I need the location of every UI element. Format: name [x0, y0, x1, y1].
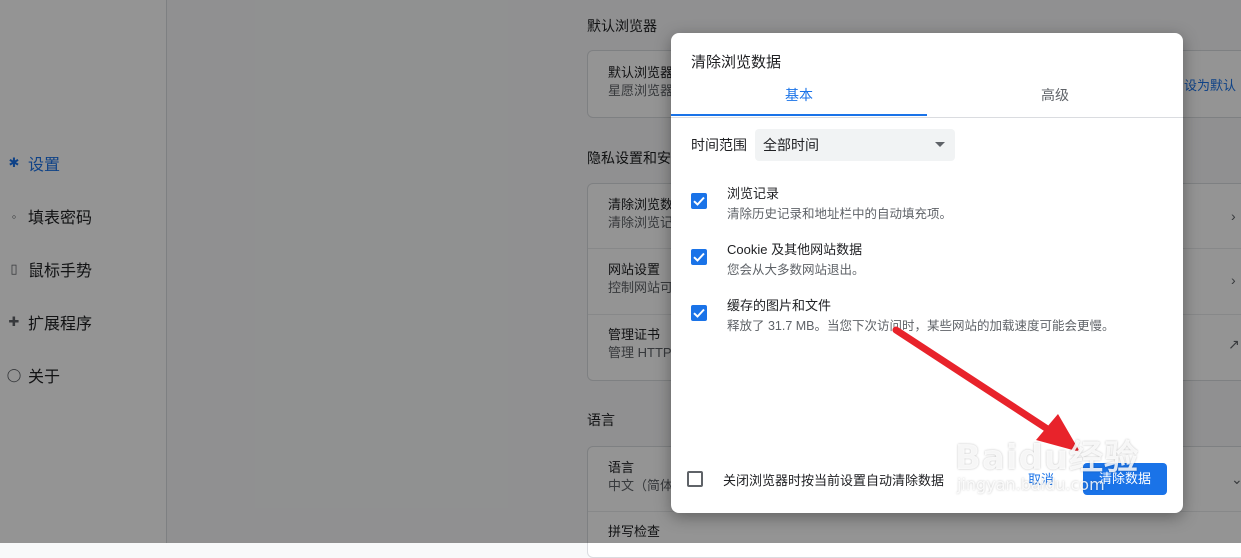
time-range-label: 时间范围 [691, 137, 747, 153]
cookies-checkbox[interactable] [691, 249, 707, 265]
option-title: Cookie 及其他网站数据 [727, 242, 863, 257]
option-subtitle: 释放了 31.7 MB。当您下次访问时，某些网站的加载速度可能会更慢。 [727, 319, 1115, 333]
tab-basic[interactable]: 基本 [671, 81, 927, 116]
time-range-value: 全部时间 [763, 137, 819, 153]
dialog-title: 清除浏览数据 [691, 54, 782, 71]
option-subtitle: 清除历史记录和地址栏中的自动填充项。 [727, 207, 953, 221]
option-title: 缓存的图片和文件 [727, 298, 832, 313]
tab-advanced[interactable]: 高级 [927, 81, 1183, 116]
auto-clear-checkbox[interactable] [687, 471, 703, 487]
dialog-tabs: 基本 高级 [671, 81, 1183, 118]
browsing-history-checkbox[interactable] [691, 193, 707, 209]
time-range-select[interactable]: 全部时间 [755, 129, 955, 161]
cached-files-checkbox[interactable] [691, 305, 707, 321]
option-browsing-history: 浏览记录 清除历史记录和地址栏中的自动填充项。 [691, 185, 1171, 225]
option-subtitle: 您会从大多数网站退出。 [727, 263, 865, 277]
option-cached-files: 缓存的图片和文件 释放了 31.7 MB。当您下次访问时，某些网站的加载速度可能… [691, 297, 1171, 337]
checkmark-icon [693, 308, 705, 318]
watermark-logo-text: Baidu经验 [955, 438, 1140, 478]
option-title: 浏览记录 [727, 186, 780, 201]
checkmark-icon [693, 196, 705, 206]
checkmark-icon [693, 252, 705, 262]
auto-clear-label: 关闭浏览器时按当前设置自动清除数据 [723, 473, 945, 488]
option-cookies: Cookie 及其他网站数据 您会从大多数网站退出。 [691, 241, 1171, 281]
dropdown-caret-icon [935, 142, 945, 147]
watermark: Baidu经验 jingyan.baidu.com [955, 430, 1139, 494]
